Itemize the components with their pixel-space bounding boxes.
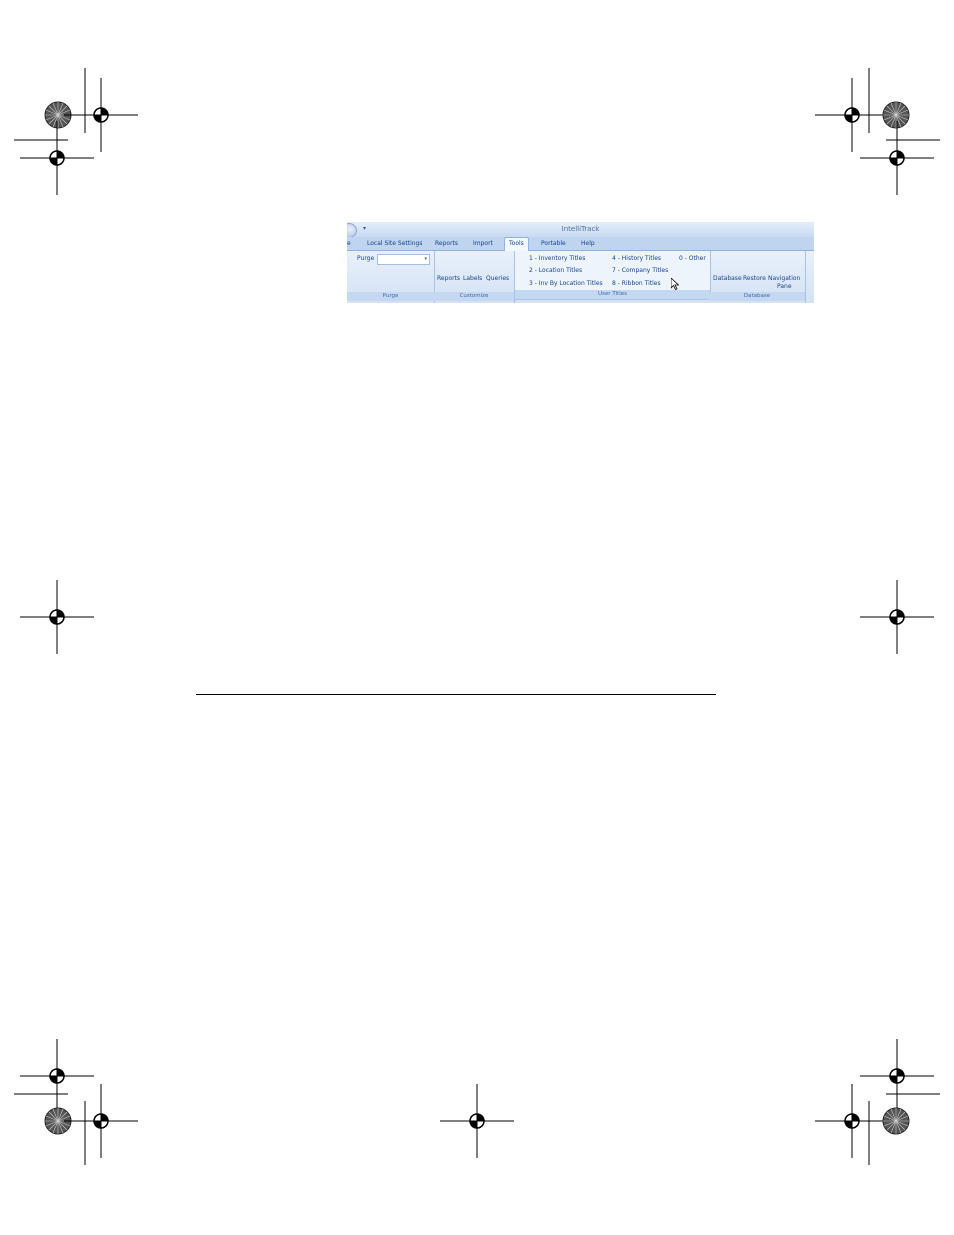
customize-group: Reports Labels Queries Customize [434, 251, 515, 303]
inventory-titles-item[interactable]: 1 - Inventory Titles [529, 255, 585, 262]
database-group: Database Restore Navigation Pane Databas… [709, 251, 806, 303]
purge-label: Purge [357, 255, 375, 262]
registration-mark-icon [859, 120, 935, 196]
navigation-pane-button[interactable]: Navigation [768, 275, 800, 282]
tab-local-site-settings[interactable]: Local Site Settings [367, 240, 423, 247]
registration-mark-icon [19, 1038, 95, 1114]
company-titles-item[interactable]: 7 - Company Titles [612, 267, 668, 274]
tab-partial[interactable]: e [347, 240, 351, 247]
tab-import[interactable]: Import [473, 240, 493, 247]
other-titles-item[interactable]: 0 - Other [679, 255, 706, 262]
registration-mark-icon [859, 579, 935, 655]
footer-rule [196, 694, 716, 695]
tab-tools[interactable]: Tools [504, 237, 529, 252]
labels-button[interactable]: Labels [463, 275, 482, 282]
registration-mark-icon [63, 1083, 139, 1159]
title-bar: ▾ IntelliTrack [347, 222, 814, 238]
tab-portable[interactable]: Portable [541, 240, 566, 247]
navigation-pane-button-line2: Pane [777, 283, 792, 290]
chevron-down-icon: ▾ [424, 256, 427, 262]
tab-help[interactable]: Help [581, 240, 595, 247]
registration-mark-icon [439, 1083, 515, 1159]
database-group-label: Database [709, 292, 805, 301]
registration-mark-icon [19, 120, 95, 196]
queries-button[interactable]: Queries [486, 275, 509, 282]
inv-by-location-titles-item[interactable]: 3 - Inv By Location Titles [529, 280, 603, 287]
customize-group-label: Customize [434, 292, 514, 301]
starburst-target-icon [882, 1107, 910, 1135]
user-titles-group: 1 - Inventory Titles 2 - Location Titles… [514, 251, 711, 300]
ribbon-body: Purge ▾ Purge Reports Labels Queries Cus… [347, 251, 814, 303]
registration-mark-icon [859, 1038, 935, 1114]
ribbon-screenshot: ▾ IntelliTrack e Local Site Settings Rep… [347, 222, 814, 303]
tab-reports[interactable]: Reports [435, 240, 458, 247]
printer-crop-marks [14, 68, 940, 1165]
history-titles-item[interactable]: 4 - History Titles [612, 255, 661, 262]
purge-group: Purge ▾ Purge [347, 251, 435, 303]
registration-mark-icon [63, 77, 139, 153]
ribbon-titles-item[interactable]: 8 - Ribbon Titles [612, 280, 661, 287]
registration-mark-icon [814, 1083, 890, 1159]
restore-button[interactable]: Restore [743, 275, 766, 282]
ribbon-tab-bar: e Local Site Settings Reports Import Too… [347, 237, 814, 252]
purge-dropdown[interactable]: ▾ [377, 254, 430, 265]
database-button[interactable]: Database [713, 275, 742, 282]
purge-group-label: Purge [347, 292, 434, 301]
app-title: IntelliTrack [561, 225, 600, 233]
reports-button[interactable]: Reports [437, 275, 460, 282]
starburst-target-icon [882, 101, 910, 129]
user-titles-group-label: User Titles [515, 290, 710, 299]
registration-mark-icon [814, 77, 890, 153]
registration-mark-icon [19, 579, 95, 655]
location-titles-item[interactable]: 2 - Location Titles [529, 267, 582, 274]
mouse-pointer-icon [671, 278, 679, 290]
